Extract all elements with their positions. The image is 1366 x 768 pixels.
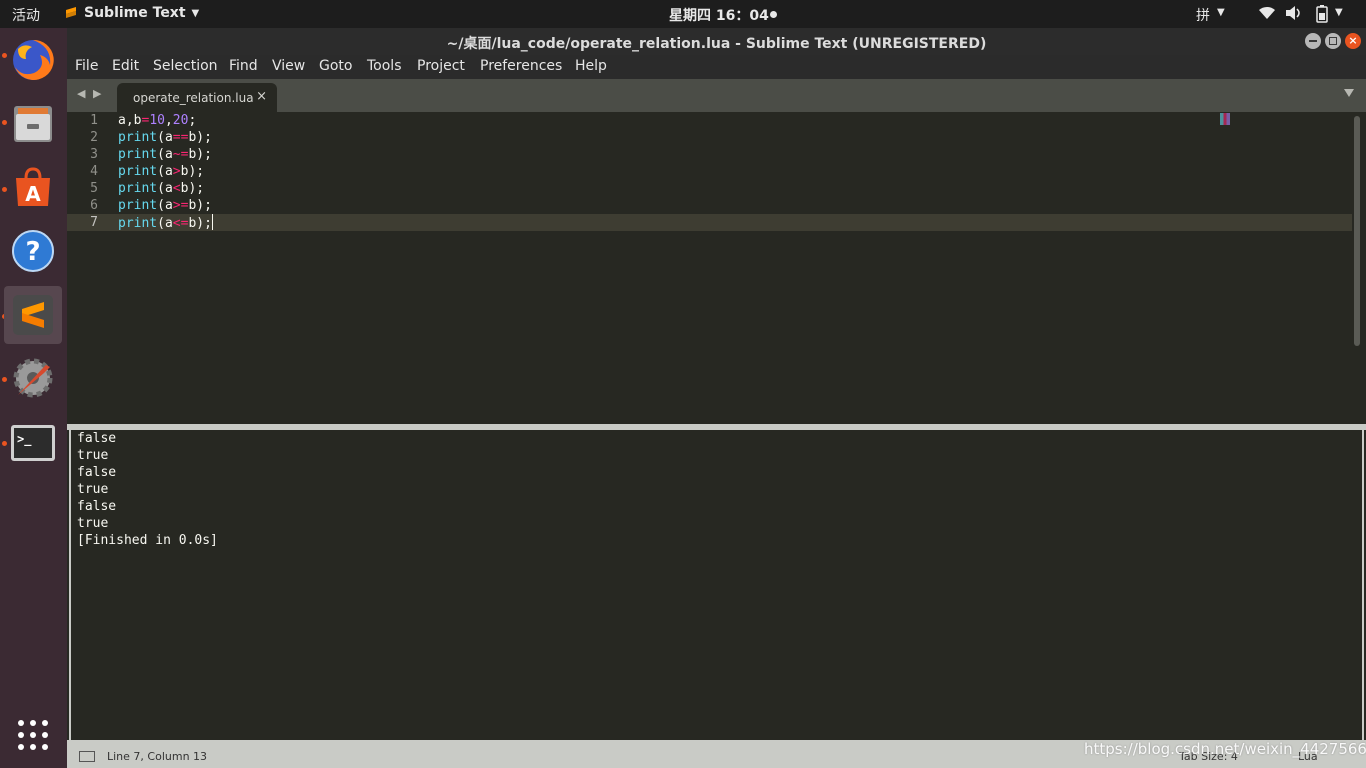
close-icon: ×	[1348, 34, 1358, 47]
minimap[interactable]	[1220, 113, 1230, 125]
svg-text:A: A	[25, 182, 41, 206]
tab-label: operate_relation.lua	[133, 91, 254, 105]
activities-button[interactable]: 活动	[12, 5, 40, 25]
menu-bar: File Edit Selection Find View Goto Tools…	[67, 55, 1366, 79]
editor-scrollbar[interactable]	[1354, 116, 1360, 346]
code-text: print(a~=b);	[118, 147, 212, 162]
output-line: true	[77, 448, 109, 463]
software-center-icon: A	[16, 167, 50, 206]
code-line: 5 print(a<b);	[67, 180, 1352, 197]
minimize-button[interactable]	[1305, 33, 1321, 49]
app-menu[interactable]: Sublime Text ▼	[64, 5, 199, 21]
line-number: 6	[90, 198, 98, 213]
show-apps-icon	[18, 720, 48, 750]
svg-text:>_: >_	[17, 432, 32, 447]
clock[interactable]: 星期四 16：04	[669, 5, 769, 25]
menu-find[interactable]: Find	[229, 58, 258, 74]
battery-icon[interactable]	[1314, 5, 1330, 23]
code-text: print(a<b);	[118, 181, 205, 196]
menu-preferences[interactable]: Preferences	[480, 58, 562, 74]
firefox-icon	[13, 39, 54, 80]
svg-text:?: ?	[25, 237, 40, 267]
terminal-icon: >_	[11, 425, 55, 461]
chevron-down-icon: ▼	[1217, 7, 1225, 18]
dock-item-firefox[interactable]	[4, 31, 62, 89]
files-icon	[14, 106, 52, 142]
menu-view[interactable]: View	[272, 58, 305, 74]
code-text: print(a==b);	[118, 130, 212, 145]
line-number: 4	[90, 164, 98, 179]
line-number: 2	[90, 130, 98, 145]
code-editor[interactable]: 1 a,b=10,20; 2 print(a==b); 3 print(a~=b…	[67, 112, 1366, 424]
chevron-down-icon: ▼	[191, 7, 200, 19]
code-text: print(a<=b);	[118, 214, 213, 231]
sublime-small-icon	[66, 7, 76, 18]
volume-icon[interactable]	[1285, 5, 1303, 21]
code-text: print(a>b);	[118, 164, 205, 179]
input-method-indicator[interactable]: 拼	[1196, 5, 1210, 25]
help-icon: ?	[12, 230, 54, 272]
menu-help[interactable]: Help	[575, 58, 607, 74]
menu-project[interactable]: Project	[417, 58, 465, 74]
show-apps-button[interactable]	[4, 706, 62, 764]
watermark: https://blog.csdn.net/weixin_44275663	[1084, 740, 1366, 758]
tab-operate-relation[interactable]: operate_relation.lua ×	[117, 83, 277, 112]
dock-item-terminal[interactable]: >_	[4, 414, 62, 472]
output-line: false	[77, 499, 117, 514]
code-line: 4 print(a>b);	[67, 163, 1352, 180]
menu-file[interactable]: File	[75, 58, 98, 74]
top-bar: 活动 Sublime Text ▼ 星期四 16：04 拼 ▼ ▼	[0, 0, 1366, 28]
maximize-button[interactable]	[1325, 33, 1341, 49]
wifi-icon[interactable]	[1258, 5, 1276, 21]
panel-toggle-icon[interactable]	[79, 751, 95, 762]
line-number: 1	[90, 113, 98, 128]
dock-item-software[interactable]: A	[4, 158, 62, 216]
line-number: 3	[90, 147, 98, 162]
launcher-dock: A ? >_	[0, 28, 67, 768]
maximize-icon	[1329, 37, 1337, 45]
cursor-position: Line 7, Column 13	[107, 750, 208, 763]
menu-selection[interactable]: Selection	[153, 58, 218, 74]
line-number: 5	[90, 181, 98, 196]
output-line: [Finished in 0.0s]	[77, 533, 218, 548]
tab-bar: ◀ ▶ operate_relation.lua ×	[67, 79, 1366, 112]
dock-item-system-settings[interactable]	[4, 349, 62, 407]
tab-close-icon[interactable]: ×	[256, 89, 267, 104]
tab-nav-arrows[interactable]: ◀ ▶	[77, 87, 103, 100]
notification-dot	[770, 11, 777, 18]
menu-goto[interactable]: Goto	[319, 58, 352, 74]
menu-tools[interactable]: Tools	[367, 58, 402, 74]
code-line: 1 a,b=10,20;	[67, 112, 1352, 129]
code-line: 2 print(a==b);	[67, 129, 1352, 146]
window-title-bar[interactable]: ~/桌面/lua_code/operate_relation.lua - Sub…	[67, 28, 1366, 55]
dock-item-sublime-text[interactable]	[4, 286, 62, 344]
dock-item-files[interactable]	[4, 94, 62, 152]
dock-item-help[interactable]: ?	[4, 222, 62, 280]
settings-icon	[13, 358, 53, 398]
line-number: 7	[90, 215, 98, 230]
code-text: print(a>=b);	[118, 198, 212, 213]
menu-edit[interactable]: Edit	[112, 58, 139, 74]
minimize-icon	[1309, 40, 1317, 42]
text-cursor	[211, 214, 213, 230]
code-line: 6 print(a>=b);	[67, 197, 1352, 214]
window-title: ~/桌面/lua_code/operate_relation.lua - Sub…	[446, 36, 987, 52]
code-line-current: 7 print(a<=b);	[67, 214, 1352, 231]
output-line: false	[77, 431, 117, 446]
code-line: 3 print(a~=b);	[67, 146, 1352, 163]
close-button[interactable]: ×	[1345, 33, 1361, 49]
code-text: a,b=10,20;	[118, 113, 197, 128]
app-menu-label: Sublime Text	[84, 5, 186, 21]
output-line: true	[77, 516, 109, 531]
chevron-down-icon[interactable]: ▼	[1335, 7, 1343, 18]
tab-list-dropdown-icon[interactable]	[1344, 89, 1354, 97]
output-line: true	[77, 482, 109, 497]
build-output-panel[interactable]: false true false true false true [Finish…	[69, 430, 1364, 740]
output-line: false	[77, 465, 117, 480]
sublime-icon	[13, 295, 53, 335]
